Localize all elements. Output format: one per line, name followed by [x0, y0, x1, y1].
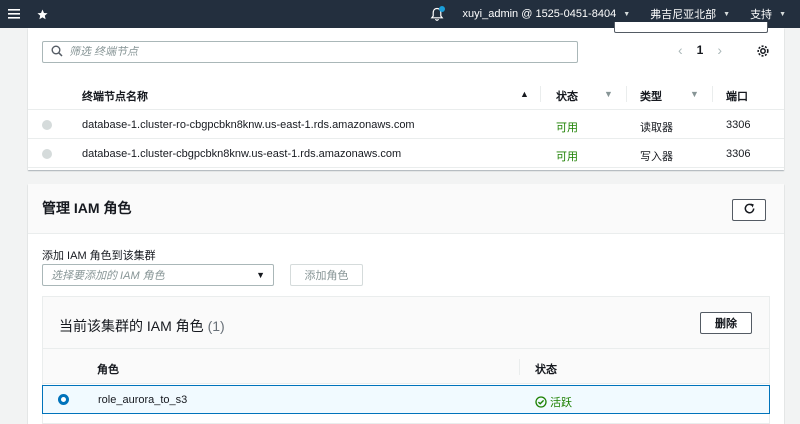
refresh-icon — [743, 202, 756, 218]
row-radio[interactable] — [42, 149, 52, 159]
column-divider — [712, 86, 713, 102]
notification-dot — [438, 6, 445, 12]
endpoints-table-header: 终端节点名称 ▲ 状态 ▼ 类型 ▼ 端口 — [28, 78, 784, 110]
notifications-bell-icon[interactable] — [427, 4, 447, 24]
chevron-down-icon: ▼ — [723, 10, 731, 18]
delete-button[interactable]: 删除 — [700, 312, 752, 334]
column-status[interactable]: 状态 — [556, 88, 578, 104]
region-label: 弗吉尼亚北部 — [650, 9, 717, 21]
row-radio[interactable] — [42, 120, 52, 130]
column-endpoint-name[interactable]: 终端节点名称 — [82, 88, 148, 104]
add-role-label: 添加 IAM 角色到该集群 — [42, 250, 156, 262]
sort-ascending-icon[interactable]: ▲ — [520, 89, 529, 99]
role-count: (1) — [207, 318, 225, 334]
column-divider — [540, 86, 541, 102]
menu-icon[interactable] — [0, 0, 28, 28]
row-radio-selected[interactable] — [58, 394, 69, 405]
region-menu[interactable]: 弗吉尼亚北部 ▼ — [650, 6, 730, 22]
sort-icon[interactable]: ▼ — [604, 89, 613, 99]
account-menu[interactable]: xuyi_admin @ 1525-0451-8404 ▼ — [463, 8, 631, 20]
chevron-down-icon: ▼ — [779, 10, 786, 18]
column-status[interactable]: 状态 — [535, 361, 557, 377]
column-divider — [519, 359, 520, 375]
port-value: 3306 — [726, 148, 751, 160]
table-row[interactable]: role_aurora_to_s3 活跃 — [42, 385, 770, 414]
support-label: 支持 — [750, 9, 773, 21]
manage-iam-roles-panel: 管理 IAM 角色 添加 IAM 角色到该集群 选择要添加的 IAM 角色 ▼ … — [28, 184, 784, 424]
endpoint-name: database-1.cluster-cbgpcbkn8knw.us-east-… — [82, 148, 402, 160]
panel-action-button[interactable] — [614, 22, 768, 33]
current-roles-table: 当前该集群的 IAM 角色 (1) 删除 角色 状态 role_aurora_t… — [42, 296, 770, 424]
role-status-text: 活跃 — [550, 397, 572, 409]
status-value: 可用 — [556, 151, 578, 163]
type-value: 写入器 — [640, 151, 673, 163]
panel-header: 管理 IAM 角色 — [28, 184, 784, 234]
refresh-button[interactable] — [732, 199, 766, 221]
status-value: 可用 — [556, 122, 578, 134]
filter-endpoints-field[interactable] — [42, 41, 578, 63]
pagination: ‹ 1 › — [678, 42, 722, 58]
next-page-icon[interactable]: › — [717, 42, 722, 58]
check-circle-icon — [535, 395, 547, 411]
table-row[interactable]: database-1.cluster-ro-cbgpcbkn8knw.us-ea… — [28, 111, 784, 139]
previous-page-icon[interactable]: ‹ — [678, 42, 683, 58]
support-menu[interactable]: 支持 ▼ — [750, 6, 786, 22]
current-roles-header: 当前该集群的 IAM 角色 (1) 删除 — [43, 297, 769, 349]
roles-table-header: 角色 状态 — [43, 349, 769, 384]
pin-icon[interactable] — [28, 0, 56, 28]
panel-title: 管理 IAM 角色 — [42, 200, 132, 216]
port-value: 3306 — [726, 119, 751, 131]
column-divider — [626, 86, 627, 102]
iam-role-select[interactable]: 选择要添加的 IAM 角色 ▼ — [42, 264, 274, 286]
chevron-down-icon: ▼ — [623, 10, 631, 18]
chevron-down-icon: ▼ — [256, 270, 265, 280]
sort-icon[interactable]: ▼ — [690, 89, 699, 99]
select-placeholder: 选择要添加的 IAM 角色 — [51, 270, 165, 282]
role-status: 活跃 — [535, 394, 572, 411]
settings-gear-icon[interactable] — [756, 44, 770, 61]
current-roles-title: 当前该集群的 IAM 角色 (1) — [59, 316, 225, 336]
account-label: xuyi_admin @ 1525-0451-8404 — [462, 8, 617, 20]
add-role-button[interactable]: 添加角色 — [290, 264, 363, 286]
current-roles-title-text: 当前该集群的 IAM 角色 — [59, 318, 204, 334]
table-row[interactable]: database-1.cluster-cbgpcbkn8knw.us-east-… — [28, 140, 784, 168]
type-value: 读取器 — [640, 122, 673, 134]
endpoints-panel: ‹ 1 › 终端节点名称 ▲ 状态 ▼ 类型 ▼ 端口 database-1.c… — [28, 22, 784, 170]
filter-endpoints-input[interactable] — [69, 46, 549, 58]
column-role[interactable]: 角色 — [97, 361, 119, 377]
current-page[interactable]: 1 — [697, 43, 704, 57]
column-port[interactable]: 端口 — [726, 88, 748, 104]
search-icon — [51, 45, 63, 60]
column-type[interactable]: 类型 — [640, 88, 662, 104]
endpoint-name: database-1.cluster-ro-cbgpcbkn8knw.us-ea… — [82, 119, 415, 131]
role-name: role_aurora_to_s3 — [98, 394, 188, 406]
